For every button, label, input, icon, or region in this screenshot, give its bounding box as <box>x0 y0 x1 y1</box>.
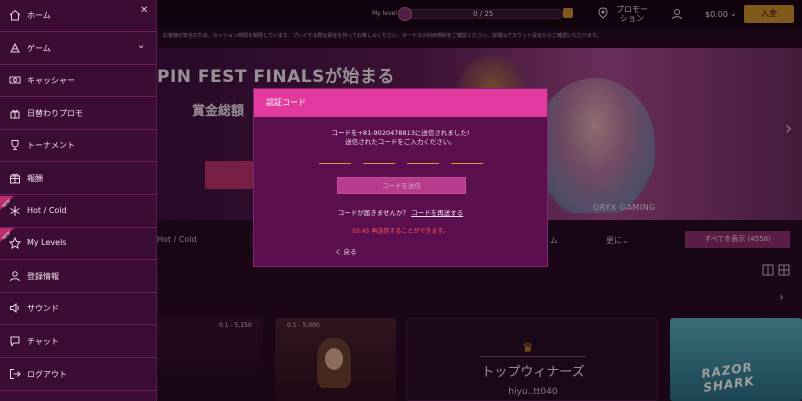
trophy-icon <box>11 140 19 151</box>
sidebar-item-label: 日替わりプロモ <box>27 108 83 118</box>
sidebar-item-label: 登録情報 <box>27 271 59 281</box>
sidebar-item-sound[interactable]: サウンド <box>0 293 157 326</box>
modal-title: 認証コード <box>266 98 306 107</box>
modal-header: 認証コード <box>254 89 547 117</box>
sidebar-item-promo[interactable]: 日替わりプロモ <box>0 98 157 130</box>
sidebar-item-label: 報酬 <box>27 174 43 183</box>
sidebar-item-label: キャッシャー <box>27 76 75 86</box>
sidebar-item-game[interactable]: ゲーム ⌄ <box>0 33 157 65</box>
resend-row: コードが届きませんか？ コードを再送する <box>254 207 547 217</box>
sidebar-item-profile[interactable]: 登録情報 <box>0 261 157 293</box>
sound-icon <box>10 303 19 314</box>
code-input-1[interactable] <box>319 163 351 164</box>
resend-code-link[interactable]: コードを再送する <box>411 209 463 217</box>
sidebar-item-label: チャット <box>27 337 59 346</box>
profile-icon <box>10 270 20 282</box>
verification-code-modal: 認証コード コードを+81-9020478813に送信されました! 送信されたコ… <box>253 88 548 267</box>
modal-message: コードを+81-9020478813に送信されました! 送信されたコードをご入力… <box>254 129 547 147</box>
sidebar-item-label: トーナメント <box>27 141 75 151</box>
sidebar-item-label: ログアウト <box>27 369 67 379</box>
submit-code-button[interactable]: コードを送信 <box>337 177 466 194</box>
code-input-4[interactable] <box>451 163 483 164</box>
sidebar-item-levels[interactable]: NEW My Levels <box>0 228 157 261</box>
levels-icon <box>9 237 21 250</box>
sidebar-item-trophy[interactable]: トーナメント <box>0 130 157 163</box>
sidebar-item-hotcold[interactable]: NEW Hot / Cold <box>0 195 157 228</box>
chat-icon <box>10 336 20 347</box>
sidebar-item-rewards[interactable]: 報酬 <box>0 163 157 195</box>
sidebar-menu: ✕ ホーム ゲーム ⌄ キャッシャー 日替わりプロモ トーナメント 報酬 NEW Hot / C… <box>0 0 157 401</box>
chevron-down-icon[interactable]: ⌄ <box>137 40 145 51</box>
sidebar-item-label: サウンド <box>27 304 59 314</box>
code-input-3[interactable] <box>407 163 439 164</box>
sidebar-item-label: My Levels <box>27 238 67 248</box>
promo-icon <box>10 109 20 119</box>
message-line-2: 送信されたコードをご入力ください。 <box>345 138 456 146</box>
message-line-1: コードを+81-9020478813に送信されました! <box>331 129 470 137</box>
code-input-2[interactable] <box>363 163 395 164</box>
sidebar-item-label: ホーム <box>27 11 51 20</box>
back-button[interactable]: く 戻る <box>335 246 357 256</box>
sidebar-item-chat[interactable]: チャット <box>0 326 157 358</box>
game-icon <box>10 42 20 53</box>
home-icon <box>9 9 21 21</box>
resend-timer: 03:45 再送信することができます。 <box>352 228 449 235</box>
resend-prompt: コードが届きませんか？ <box>337 209 410 217</box>
sidebar-item-home[interactable]: ホーム <box>0 0 157 32</box>
sidebar-item-label: ゲーム <box>27 43 51 53</box>
rewards-icon <box>10 173 20 184</box>
logout-icon <box>10 368 21 379</box>
sidebar-item-cashier[interactable]: キャッシャー <box>0 65 157 98</box>
sidebar-item-logout[interactable]: ログアウト <box>0 359 157 391</box>
sidebar-item-label: Hot / Cold <box>27 205 67 215</box>
hotcold-icon <box>10 205 20 216</box>
cashier-icon <box>9 76 21 84</box>
